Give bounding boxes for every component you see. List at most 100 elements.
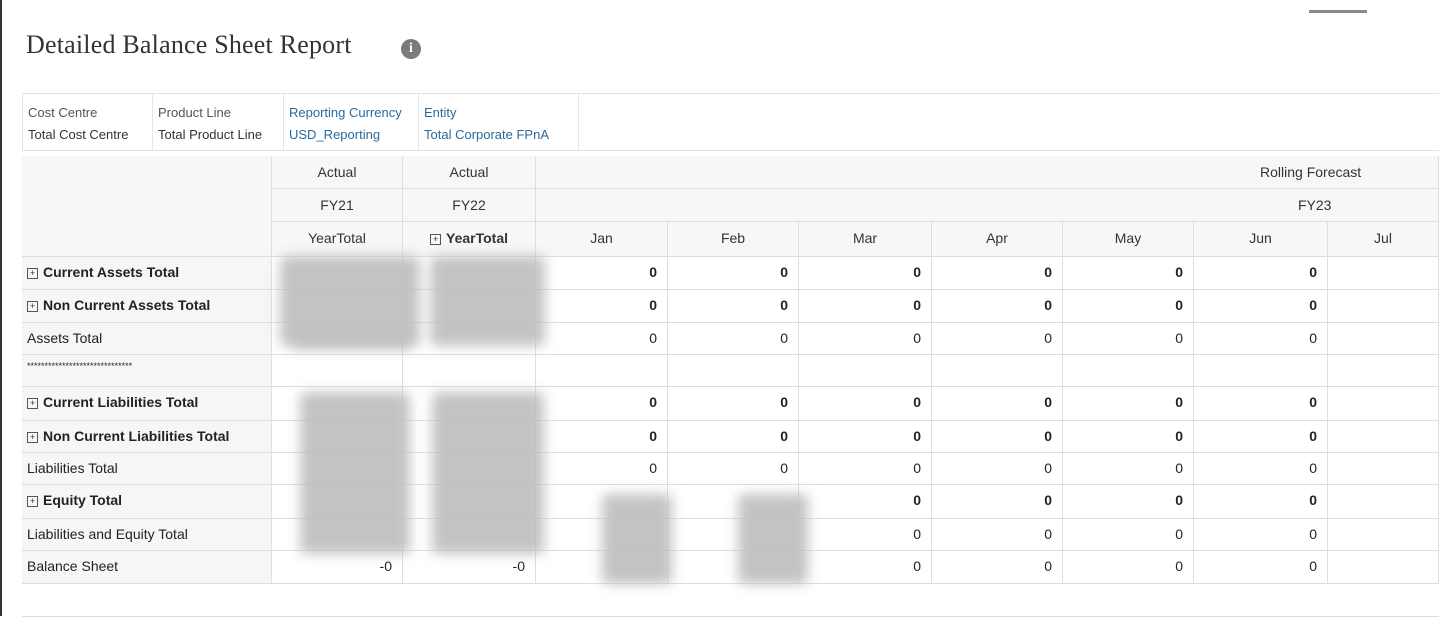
- data-cell[interactable]: 0: [932, 387, 1063, 421]
- data-cell[interactable]: 0: [1194, 387, 1328, 421]
- col-header-period[interactable]: + YearTotal: [403, 222, 536, 257]
- pov-product-line[interactable]: Product Line Total Product Line: [153, 94, 284, 150]
- data-cell[interactable]: -0: [403, 551, 536, 584]
- pov-cost-centre[interactable]: Cost Centre Total Cost Centre: [23, 94, 153, 150]
- data-cell[interactable]: [1328, 323, 1439, 355]
- data-cell[interactable]: 0: [668, 453, 799, 485]
- data-cell[interactable]: 0: [799, 323, 932, 355]
- col-header-year[interactable]: FY23: [536, 189, 1439, 222]
- data-cell[interactable]: 0: [1063, 323, 1194, 355]
- data-cell[interactable]: 0: [932, 453, 1063, 485]
- data-cell[interactable]: 0: [1194, 421, 1328, 453]
- data-cell[interactable]: 0: [799, 421, 932, 453]
- data-cell[interactable]: [272, 355, 403, 387]
- col-header-period[interactable]: Feb: [668, 222, 799, 257]
- data-cell[interactable]: 0: [1063, 421, 1194, 453]
- data-cell[interactable]: 0: [1194, 485, 1328, 519]
- data-cell[interactable]: 0: [799, 387, 932, 421]
- data-cell[interactable]: 0: [536, 387, 668, 421]
- expand-icon[interactable]: +: [27, 301, 38, 312]
- data-cell[interactable]: 0: [668, 257, 799, 290]
- col-header-year[interactable]: FY22: [403, 189, 536, 222]
- expand-icon[interactable]: +: [27, 398, 38, 409]
- row-header[interactable]: + Current Liabilities Total: [22, 387, 272, 421]
- data-cell[interactable]: 0: [536, 323, 668, 355]
- data-cell[interactable]: 0: [799, 257, 932, 290]
- data-cell[interactable]: 0: [668, 421, 799, 453]
- data-cell[interactable]: [1328, 355, 1439, 387]
- data-cell[interactable]: [932, 355, 1063, 387]
- col-header-scenario[interactable]: Rolling Forecast: [536, 156, 1439, 189]
- data-cell[interactable]: 0: [932, 485, 1063, 519]
- col-header-period[interactable]: Apr: [932, 222, 1063, 257]
- data-cell[interactable]: 0: [1063, 551, 1194, 584]
- info-icon[interactable]: i: [401, 39, 421, 59]
- data-cell[interactable]: 0: [1194, 290, 1328, 323]
- expand-icon[interactable]: +: [27, 432, 38, 443]
- col-header-scenario[interactable]: Actual: [272, 156, 403, 189]
- data-cell[interactable]: [1328, 290, 1439, 323]
- data-cell[interactable]: [799, 355, 932, 387]
- data-cell[interactable]: 0: [799, 485, 932, 519]
- data-cell[interactable]: -0: [272, 551, 403, 584]
- data-cell[interactable]: 0: [668, 323, 799, 355]
- data-cell[interactable]: [536, 355, 668, 387]
- data-cell[interactable]: 0: [536, 453, 668, 485]
- data-cell[interactable]: 0: [932, 421, 1063, 453]
- data-cell[interactable]: [1328, 519, 1439, 551]
- data-cell[interactable]: [1328, 421, 1439, 453]
- data-cell[interactable]: 0: [668, 290, 799, 323]
- data-cell[interactable]: 0: [1063, 387, 1194, 421]
- pov-reporting-currency[interactable]: Reporting Currency USD_Reporting: [284, 94, 419, 150]
- minimize-handle[interactable]: [1309, 10, 1367, 13]
- data-cell[interactable]: [1328, 485, 1439, 519]
- data-cell[interactable]: 0: [1194, 551, 1328, 584]
- data-cell[interactable]: 0: [799, 290, 932, 323]
- row-header[interactable]: + Current Assets Total: [22, 257, 272, 290]
- data-cell[interactable]: 0: [536, 421, 668, 453]
- data-cell[interactable]: 0: [932, 519, 1063, 551]
- col-header-scenario[interactable]: Actual: [403, 156, 536, 189]
- row-header[interactable]: + Equity Total: [22, 485, 272, 519]
- data-cell[interactable]: 0: [536, 257, 668, 290]
- pov-entity[interactable]: Entity Total Corporate FPnA: [419, 94, 579, 150]
- data-cell[interactable]: 0: [1063, 485, 1194, 519]
- expand-icon[interactable]: +: [430, 234, 441, 245]
- data-cell[interactable]: 0: [799, 519, 932, 551]
- data-cell[interactable]: [668, 355, 799, 387]
- data-cell[interactable]: [1194, 355, 1328, 387]
- data-cell[interactable]: [1328, 387, 1439, 421]
- data-cell[interactable]: 0: [1194, 257, 1328, 290]
- data-cell[interactable]: [1063, 355, 1194, 387]
- data-cell[interactable]: 0: [932, 551, 1063, 584]
- col-header-period[interactable]: Mar: [799, 222, 932, 257]
- expand-icon[interactable]: +: [27, 268, 38, 279]
- data-cell[interactable]: 0: [932, 257, 1063, 290]
- data-cell[interactable]: 0: [932, 290, 1063, 323]
- col-header-period[interactable]: Jan: [536, 222, 668, 257]
- data-cell[interactable]: 0: [668, 387, 799, 421]
- data-cell[interactable]: 0: [1063, 290, 1194, 323]
- col-header-period[interactable]: Jul: [1328, 222, 1439, 257]
- data-cell[interactable]: 0: [799, 453, 932, 485]
- data-cell[interactable]: [1328, 257, 1439, 290]
- data-cell[interactable]: [403, 355, 536, 387]
- data-cell[interactable]: 0: [1194, 453, 1328, 485]
- data-cell[interactable]: 0: [1194, 519, 1328, 551]
- data-cell[interactable]: [1328, 551, 1439, 584]
- row-header[interactable]: + Non Current Liabilities Total: [22, 421, 272, 453]
- data-cell[interactable]: 0: [1194, 323, 1328, 355]
- col-header-period[interactable]: YearTotal: [272, 222, 403, 257]
- col-header-period[interactable]: Jun: [1194, 222, 1328, 257]
- data-cell[interactable]: 0: [1063, 257, 1194, 290]
- row-header[interactable]: + Non Current Assets Total: [22, 290, 272, 323]
- col-header-period[interactable]: May: [1063, 222, 1194, 257]
- data-cell[interactable]: [1328, 453, 1439, 485]
- data-cell[interactable]: 0: [799, 551, 932, 584]
- data-cell[interactable]: 0: [1063, 519, 1194, 551]
- expand-icon[interactable]: +: [27, 496, 38, 507]
- data-cell[interactable]: 0: [1063, 453, 1194, 485]
- data-cell[interactable]: 0: [536, 290, 668, 323]
- col-header-year[interactable]: FY21: [272, 189, 403, 222]
- data-cell[interactable]: 0: [932, 323, 1063, 355]
